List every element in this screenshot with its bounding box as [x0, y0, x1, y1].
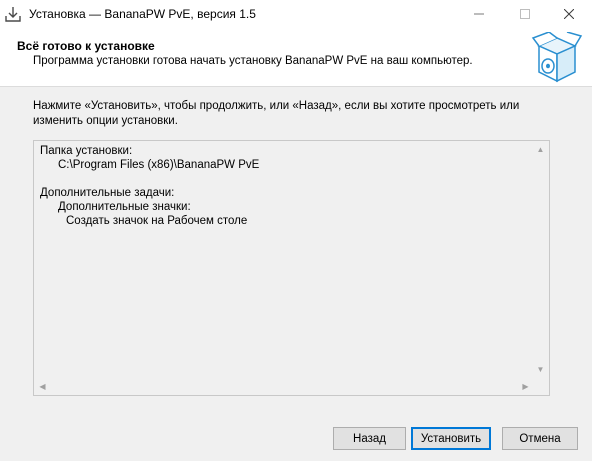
- icons-label: Дополнительные значки:: [58, 201, 191, 213]
- scroll-up-icon[interactable]: ▲: [532, 141, 549, 158]
- tasks-label: Дополнительные задачи:: [40, 187, 175, 199]
- scroll-down-icon[interactable]: ▼: [532, 361, 549, 378]
- back-button[interactable]: Назад: [333, 427, 406, 450]
- cancel-button[interactable]: Отмена: [502, 427, 578, 450]
- vertical-scrollbar[interactable]: ▲ ▼: [532, 141, 549, 378]
- desktop-icon-task: Создать значок на Рабочем столе: [66, 215, 248, 227]
- close-button[interactable]: [546, 0, 592, 30]
- title-bar: Установка — BananaPW PvE, версия 1.5: [0, 0, 592, 30]
- installer-download-icon: [4, 6, 22, 24]
- scroll-left-icon[interactable]: ◀: [34, 378, 51, 395]
- wizard-header: Всё готово к установке Программа установ…: [0, 30, 592, 86]
- install-folder-path: C:\Program Files (x86)\BananaPW PvE: [58, 159, 260, 171]
- minimize-button[interactable]: [456, 0, 502, 30]
- page-title: Всё готово к установке: [17, 39, 155, 53]
- maximize-button[interactable]: [502, 0, 548, 30]
- setup-box-icon: [531, 31, 583, 86]
- minimize-icon: [474, 9, 484, 22]
- maximize-icon: [520, 8, 530, 22]
- ready-memo[interactable]: Папка установки: C:\Program Files (x86)\…: [33, 140, 550, 396]
- close-icon: [563, 8, 575, 22]
- wizard-body: Нажмите «Установить», чтобы продолжить, …: [0, 87, 592, 410]
- memo-content: Папка установки: C:\Program Files (x86)\…: [40, 144, 259, 228]
- horizontal-scrollbar[interactable]: ◀ ▶: [34, 378, 534, 395]
- scrollbar-corner: [532, 378, 549, 395]
- window-title: Установка — BananaPW PvE, версия 1.5: [29, 7, 256, 21]
- install-folder-label: Папка установки:: [40, 145, 133, 157]
- intro-text: Нажмите «Установить», чтобы продолжить, …: [33, 100, 520, 127]
- page-subtitle: Программа установки готова начать устано…: [33, 55, 473, 67]
- install-button[interactable]: Установить: [411, 427, 491, 450]
- memo-gap: [40, 172, 259, 186]
- wizard-footer: Назад Установить Отмена: [0, 410, 592, 461]
